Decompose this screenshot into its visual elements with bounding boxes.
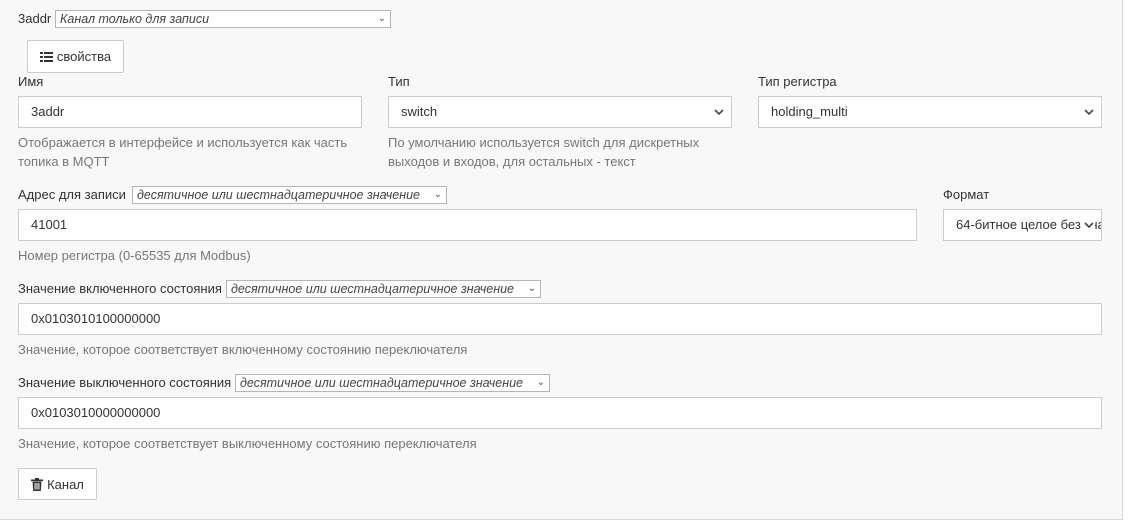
write-address-label: Адрес для записи [18,187,126,202]
name-help-line1: Отображается в интерфейсе и используется… [18,135,348,150]
register-type-select[interactable]: holding_multi [758,96,1102,128]
on-value-help: Значение, которое соответствует включенн… [18,342,468,357]
register-type-select-value: holding_multi [771,104,848,119]
type-help: По умолчанию используется switch для дис… [388,133,699,171]
type-help-line2: выходов и входов, для остальных - текст [388,154,636,169]
off-value-input[interactable]: 0x0103010000000000 [18,397,1102,429]
type-select[interactable]: switch [388,96,732,128]
chevron-down-icon: ⌄ [377,13,386,24]
on-value-label: Значение включенного состояния [18,281,222,296]
name-help-line2: топика в MQTT [18,154,110,169]
chevron-down-icon: ⌄ [433,189,442,200]
list-icon [39,51,53,63]
delete-channel-button[interactable]: Канал [18,468,97,500]
channel-type-select[interactable]: Канал только для записи ⌄ [55,10,391,28]
format-select-value: 64-битное целое без знака [956,217,1102,232]
on-value-format-value: десятичное или шестнадцатеричное значени… [231,282,514,296]
channel-name-title: 3addr [18,11,52,26]
chevron-down-icon [1083,97,1095,127]
register-type-label: Тип регистра [758,74,837,89]
chevron-down-icon: ⌄ [527,283,536,294]
chevron-down-icon [713,97,725,127]
delete-channel-button-label: Канал [47,476,84,492]
trash-icon [31,477,44,491]
type-help-line1: По умолчанию используется switch для дис… [388,135,700,150]
name-input[interactable]: 3addr [18,96,362,128]
write-address-format-select[interactable]: десятичное или шестнадцатеричное значени… [132,186,447,204]
format-select[interactable]: 64-битное целое без знака [943,209,1102,241]
on-value-format-select[interactable]: десятичное или шестнадцатеричное значени… [226,280,541,298]
properties-button[interactable]: свойства [27,40,124,73]
off-value-format-value: десятичное или шестнадцатеричное значени… [240,376,523,390]
type-label: Тип [388,74,410,89]
off-value-format-select[interactable]: десятичное или шестнадцатеричное значени… [235,374,550,392]
off-value-help: Значение, которое соответствует выключен… [18,436,477,451]
channel-panel: 3addr Канал только для записи ⌄ свойства… [0,0,1123,520]
properties-button-label: свойства [56,49,112,64]
name-help: Отображается в интерфейсе и используется… [18,133,347,171]
write-address-format-value: десятичное или шестнадцатеричное значени… [137,188,420,202]
name-label: Имя [18,74,44,89]
write-address-input[interactable]: 41001 [18,209,917,241]
write-address-help: Номер регистра (0-65535 для Modbus) [18,248,251,263]
off-value-label: Значение выключенного состояния [18,375,232,390]
chevron-down-icon [1083,210,1095,240]
on-value-input[interactable]: 0x0103010100000000 [18,303,1102,335]
format-label: Формат [943,187,990,202]
chevron-down-icon: ⌄ [536,377,545,388]
type-select-value: switch [401,104,438,119]
channel-type-select-value: Канал только для записи [60,12,210,26]
